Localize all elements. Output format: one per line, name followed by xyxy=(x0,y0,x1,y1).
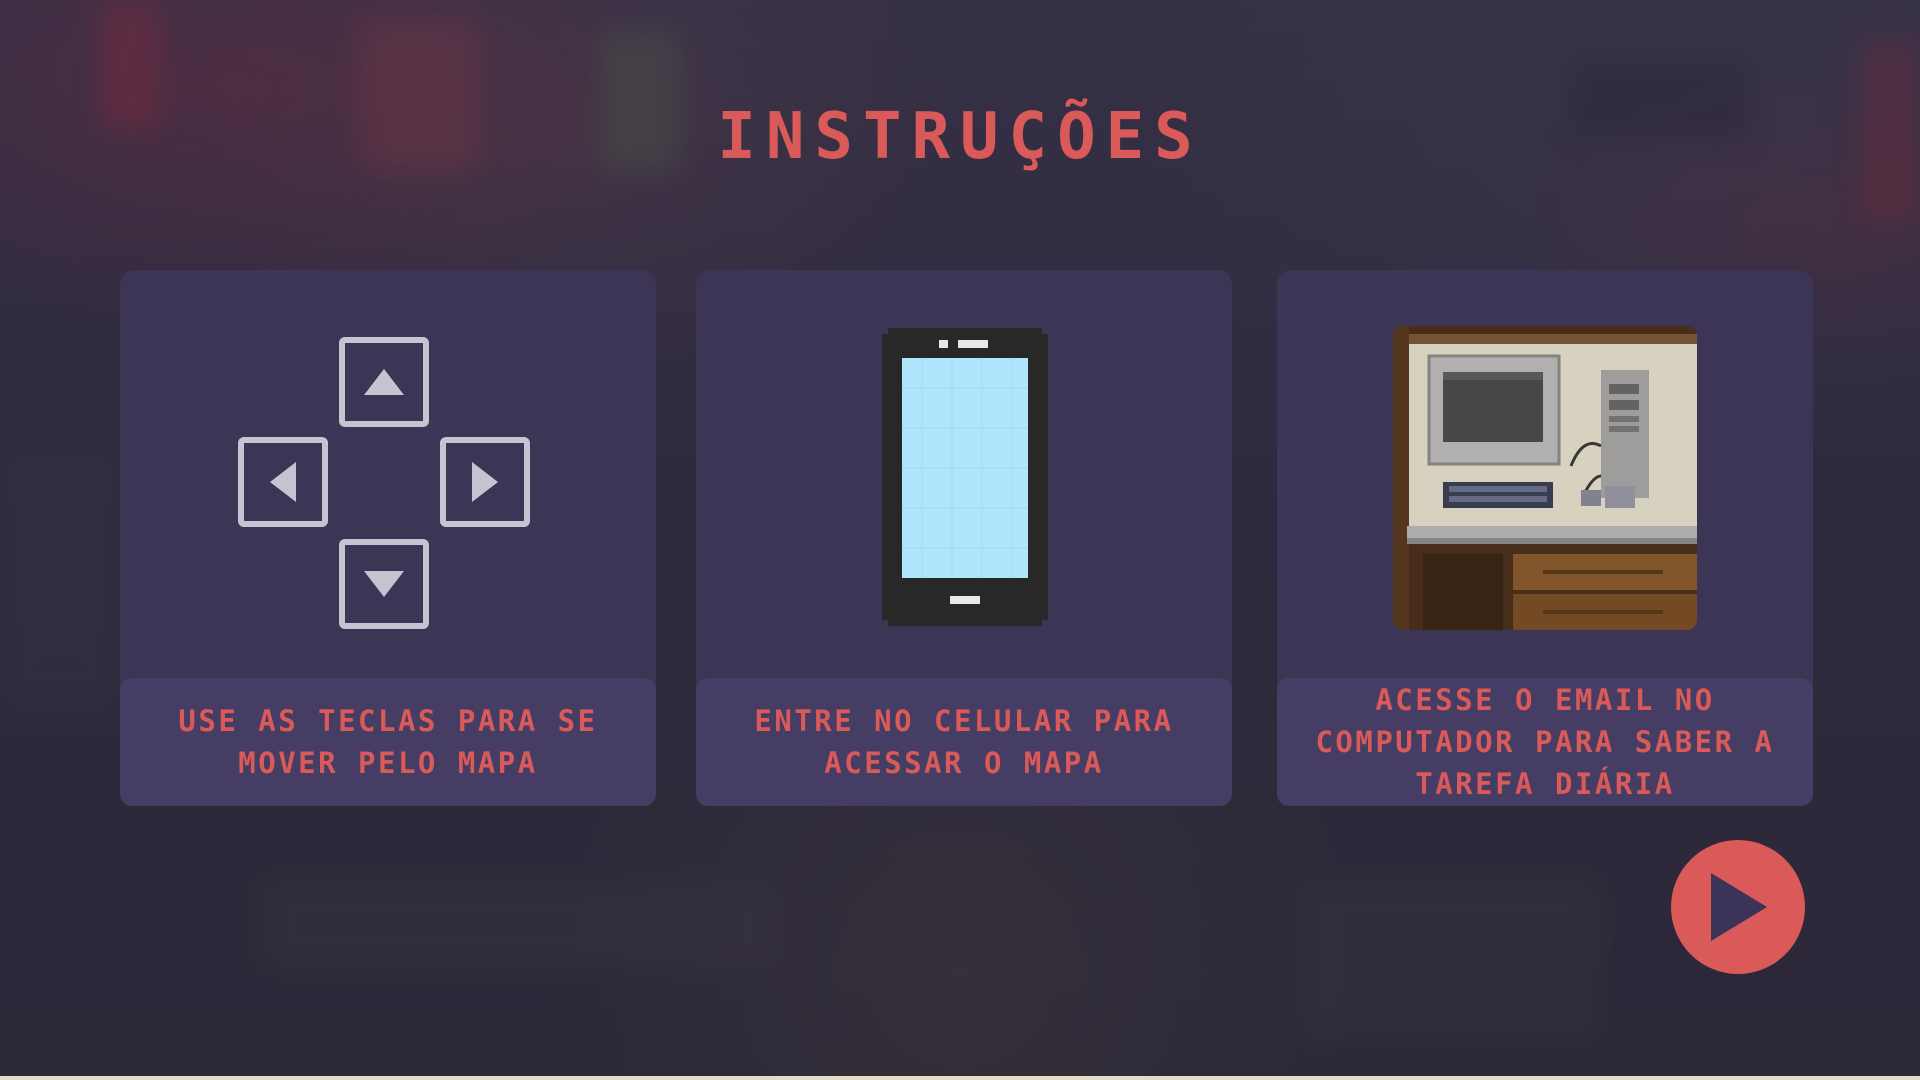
play-button[interactable] xyxy=(1671,840,1805,974)
smartphone-icon xyxy=(882,328,1048,626)
card-caption: USE AS TECLAS PARA SE MOVER PELO MAPA xyxy=(120,678,656,806)
instruction-card-movement: USE AS TECLAS PARA SE MOVER PELO MAPA xyxy=(120,270,656,806)
arrow-right-key-icon xyxy=(440,437,530,527)
card-caption: ACESSE O EMAIL NO COMPUTADOR PARA SABER … xyxy=(1277,678,1813,806)
card-caption: ENTRE NO CELULAR PARA ACESSAR O MAPA xyxy=(696,678,1232,806)
bottom-border xyxy=(0,1076,1920,1080)
arrow-left-key-icon xyxy=(238,437,328,527)
instruction-card-phone: ENTRE NO CELULAR PARA ACESSAR O MAPA xyxy=(696,270,1232,806)
computer-desk-image xyxy=(1393,326,1697,630)
instruction-card-computer: ACESSE O EMAIL NO COMPUTADOR PARA SABER … xyxy=(1277,270,1813,806)
page-title: INSTRUÇÕES xyxy=(717,100,1203,174)
arrow-keys-icon xyxy=(120,270,656,670)
arrow-down-key-icon xyxy=(339,539,429,629)
play-icon xyxy=(1711,873,1767,941)
arrow-up-key-icon xyxy=(339,337,429,427)
